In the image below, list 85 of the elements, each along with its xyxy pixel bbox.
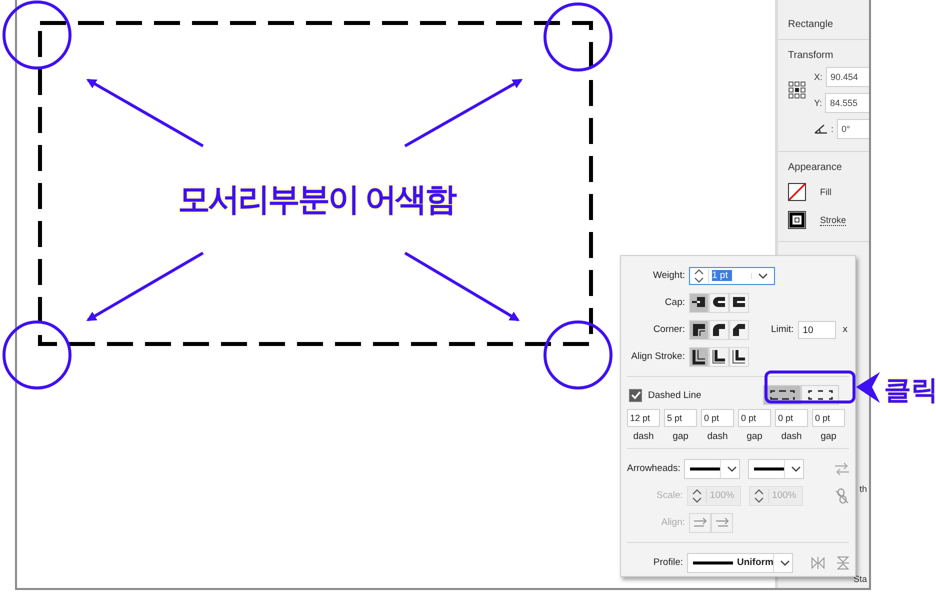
input-field[interactable]: 84.555: [825, 93, 869, 113]
field-label: Scale:: [656, 490, 683, 501]
checkmark-icon: [630, 390, 640, 400]
aligned-dash-icon: [808, 390, 832, 400]
checkbox[interactable]: [629, 388, 642, 402]
field-label: Align:: [660, 517, 685, 528]
field-label: gap: [820, 431, 836, 442]
dash-field[interactable]: 0 pt: [738, 409, 771, 427]
field-label: Limit:: [771, 324, 794, 335]
scale-value: 100%: [710, 490, 734, 501]
dash-field[interactable]: 0 pt: [812, 409, 845, 427]
weight-value: 1 pt: [712, 270, 732, 281]
line-sample-icon: [693, 560, 733, 564]
arrow-align-button[interactable]: [689, 512, 711, 532]
field-label: X:: [814, 72, 823, 82]
panel-label: th: [859, 484, 867, 494]
field-label: Arrowheads:: [627, 463, 680, 474]
flip-horizontal-icon[interactable]: [811, 556, 825, 568]
profile-value: Uniform: [737, 557, 774, 568]
miter-join-button[interactable]: [689, 320, 709, 340]
dash-field[interactable]: 0 pt: [775, 409, 808, 427]
butt-cap-button[interactable]: [689, 292, 709, 312]
align-center-icon: [711, 348, 727, 364]
round-join-icon: [711, 322, 727, 338]
arrowhead-dropdown[interactable]: [748, 458, 804, 478]
callout-arrow: [856, 372, 880, 403]
limit-field[interactable]: 10: [798, 320, 836, 338]
align-outside-button[interactable]: [729, 346, 749, 366]
highlight-circle: [2, 320, 72, 390]
align-inside-icon: [691, 348, 707, 364]
field-label: gap: [746, 431, 762, 442]
profile-dropdown[interactable]: Uniform: [687, 552, 793, 572]
flip-vertical-icon[interactable]: [837, 556, 849, 570]
field-label: :: [831, 124, 834, 134]
weight-field[interactable]: 1 pt: [689, 266, 775, 284]
round-cap-button[interactable]: [709, 292, 729, 312]
angle-icon: [814, 124, 828, 134]
exact-dash-icon: [770, 390, 794, 400]
align-inside-button[interactable]: [689, 346, 709, 366]
fill-label: Fill: [820, 187, 832, 197]
arrow-align-button[interactable]: [711, 512, 733, 532]
input-field[interactable]: 0°: [836, 119, 869, 139]
stroke-link[interactable]: Stroke: [820, 214, 846, 226]
field-label: Cap:: [664, 297, 685, 308]
line-sample-icon: [690, 466, 720, 470]
unlink-icon[interactable]: [835, 488, 849, 504]
panel-title: Rectangle: [778, 0, 869, 40]
dash-field[interactable]: 12 pt: [627, 409, 660, 427]
field-label: Y:: [814, 98, 822, 108]
section-heading: Appearance: [788, 162, 843, 173]
arrowhead-dropdown[interactable]: [684, 458, 740, 478]
unit-label: x: [842, 324, 848, 335]
field-label: gap: [672, 431, 688, 442]
bevel-join-button[interactable]: [729, 320, 749, 340]
field-label: dash: [633, 431, 654, 442]
scale-value: 100%: [772, 490, 796, 501]
field-label: Corner:: [652, 324, 685, 335]
highlight-circle: [544, 320, 612, 390]
dash-field[interactable]: 5 pt: [664, 409, 697, 427]
field-label: Profile:: [652, 557, 683, 568]
line-sample-icon: [754, 466, 784, 470]
arrow-align-icon: [693, 517, 707, 528]
highlight-circle: [2, 0, 72, 70]
miter-join-icon: [691, 322, 707, 338]
fill-swatch-icon[interactable]: [788, 183, 806, 201]
bevel-join-icon: [731, 322, 747, 338]
reference-point-icon[interactable]: [788, 81, 806, 99]
round-join-button[interactable]: [709, 320, 729, 340]
annotation-text: 모서리부분이 어색함: [178, 180, 455, 219]
align-outside-icon: [731, 348, 747, 364]
dash-field[interactable]: 0 pt: [701, 409, 734, 427]
input-field[interactable]: 90.454: [826, 67, 869, 87]
section-heading: Transform: [788, 50, 834, 61]
field-label: dash: [707, 431, 728, 442]
field-label: dash: [781, 431, 802, 442]
stroke-swatch-icon[interactable]: [788, 211, 806, 229]
arrow-align-icon: [715, 517, 729, 528]
field-label: Align Stroke:: [630, 351, 685, 362]
highlight-circle: [544, 2, 612, 72]
annotation-text: 클릭: [884, 374, 936, 407]
square-cap-button[interactable]: [729, 292, 749, 312]
field-label: Weight:: [652, 270, 685, 281]
align-center-button[interactable]: [709, 346, 729, 366]
checkbox-label: Dashed Line: [648, 390, 702, 400]
panel-label: Sta: [853, 574, 867, 584]
